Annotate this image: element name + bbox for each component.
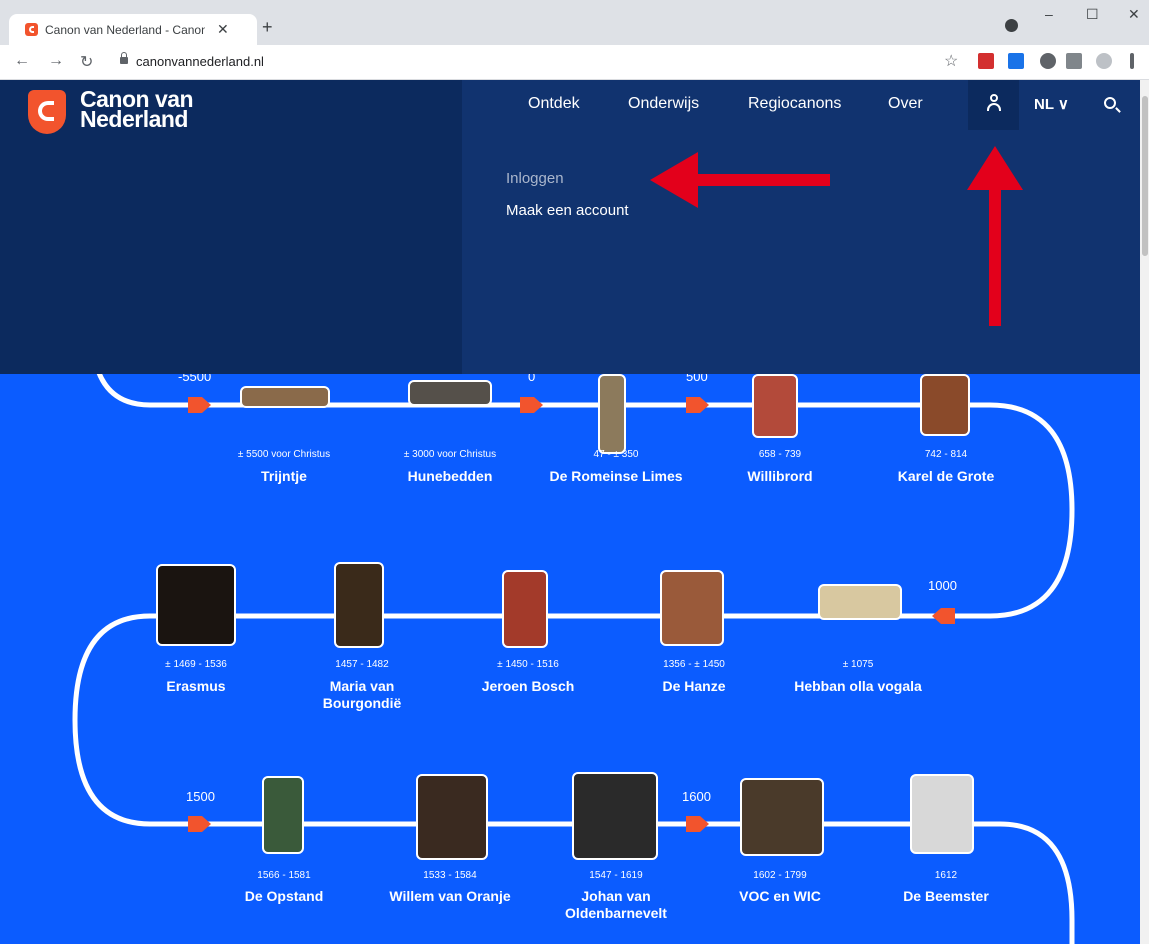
item-title-johan-van-oldenbarnevelt-line2[interactable]: Oldenbarnevelt	[565, 905, 667, 922]
johan-van-oldenbarnevelt-image[interactable]	[572, 772, 658, 860]
de-opstand-image[interactable]	[262, 776, 304, 854]
reload-icon[interactable]: ↻	[80, 52, 93, 72]
item-title-maria-van-bourgondie[interactable]: Maria van	[330, 678, 395, 695]
page-content: -5500 0 500 1000 1500 1600 ± 5500 voor C…	[0, 80, 1140, 944]
jeroen-bosch-image[interactable]	[502, 570, 548, 648]
year-marker	[188, 397, 211, 413]
forward-icon[interactable]: →	[48, 52, 64, 70]
erasmus-image[interactable]	[156, 564, 236, 646]
item-title-maria-van-bourgondie-line2[interactable]: Bourgondië	[323, 695, 402, 712]
bookmark-star-icon[interactable]: ☆	[944, 51, 958, 71]
year-marker	[520, 397, 543, 413]
romeinse-limes-image[interactable]	[598, 374, 626, 454]
url-text: canonvannederland.nl	[136, 54, 264, 69]
reading-list-icon[interactable]	[1066, 53, 1082, 69]
item-title-romeinse-limes[interactable]: De Romeinse Limes	[549, 468, 682, 485]
willem-van-oranje-image[interactable]	[416, 774, 488, 860]
item-title-jeroen-bosch[interactable]: Jeroen Bosch	[482, 678, 575, 695]
item-title-hebban-olla-vogala[interactable]: Hebban olla vogala	[794, 678, 922, 695]
language-selector[interactable]: NL ∨	[1034, 95, 1069, 113]
browser-menu-icon[interactable]	[1130, 53, 1134, 69]
willibrord-image[interactable]	[752, 374, 798, 438]
year-marker	[932, 608, 955, 624]
browser-toolbar: ← → ↻ canonvannederland.nl	[0, 45, 1149, 80]
item-title-hunebedden[interactable]: Hunebedden	[408, 468, 493, 485]
browser-tab[interactable]: Canon van Nederland - Canon va ✕	[9, 14, 257, 45]
item-title-erasmus[interactable]: Erasmus	[166, 678, 225, 695]
hebban-olla-vogala-image[interactable]	[818, 584, 902, 620]
maximize-button[interactable]: ☐	[1086, 6, 1099, 23]
year-marker	[686, 397, 709, 413]
account-button[interactable]	[968, 80, 1019, 130]
de-hanze-image[interactable]	[660, 570, 724, 646]
year-marker	[686, 816, 709, 832]
item-date: ± 1075	[842, 659, 874, 670]
lock-icon	[120, 52, 128, 64]
close-window-button[interactable]: ✕	[1128, 6, 1140, 23]
item-title-de-hanze[interactable]: De Hanze	[662, 678, 725, 695]
item-title-de-beemster[interactable]: De Beemster	[903, 888, 989, 905]
profile-avatar-icon[interactable]	[1096, 53, 1112, 69]
scrollbar-thumb[interactable]	[1142, 96, 1148, 256]
year-label: 1000	[928, 578, 957, 593]
item-date: 1566 - 1581	[257, 870, 311, 881]
canon-favicon-icon	[25, 23, 38, 36]
item-date: 1547 - 1619	[589, 870, 643, 881]
tab-close-icon[interactable]: ✕	[217, 21, 229, 38]
item-date: ± 3000 voor Christus	[403, 449, 497, 460]
extensions-puzzle-icon[interactable]	[1040, 53, 1056, 69]
item-title-trijntje[interactable]: Trijntje	[261, 468, 307, 485]
account-dropdown-panel	[462, 80, 1140, 374]
nav-over[interactable]: Over	[888, 95, 923, 113]
nav-onderwijs[interactable]: Onderwijs	[628, 95, 699, 113]
item-date: 1533 - 1584	[423, 870, 477, 881]
item-date: ± 1469 - 1536	[165, 659, 227, 670]
item-date: 1612	[934, 870, 958, 881]
browser-tab-bar: Canon van Nederland - Canon va ✕ + – ☐ ✕	[0, 0, 1149, 45]
item-title-willem-van-oranje[interactable]: Willem van Oranje	[389, 888, 510, 905]
canon-logo-icon[interactable]	[28, 90, 66, 134]
new-extension-icon[interactable]	[1008, 53, 1024, 69]
item-title-johan-van-oldenbarnevelt[interactable]: Johan van	[581, 888, 650, 905]
logo-line-2: Nederland	[80, 106, 188, 132]
item-date: ± 5500 voor Christus	[237, 449, 331, 460]
item-date: 1356 - ± 1450	[663, 659, 725, 670]
item-title-voc-en-wic[interactable]: VOC en WIC	[739, 888, 821, 905]
year-label: 1500	[186, 789, 215, 804]
tab-title: Canon van Nederland - Canon va	[45, 23, 205, 37]
user-icon	[986, 94, 1002, 112]
nav-ontdek[interactable]: Ontdek	[528, 95, 580, 113]
nav-regiocanons[interactable]: Regiocanons	[748, 95, 841, 113]
trijntje-image[interactable]	[240, 386, 330, 408]
karel-de-grote-image[interactable]	[920, 374, 970, 436]
minimize-button[interactable]: –	[1045, 6, 1053, 22]
item-date: 742 - 814	[924, 449, 968, 460]
year-label: 1600	[682, 789, 711, 804]
pdf-extension-icon[interactable]	[978, 53, 994, 69]
hunebedden-image[interactable]	[408, 380, 492, 406]
create-account-link[interactable]: Maak een account	[506, 202, 629, 219]
voc-en-wic-image[interactable]	[740, 778, 824, 856]
maria-van-bourgondie-image[interactable]	[334, 562, 384, 648]
item-date: 1457 - 1482	[335, 659, 389, 670]
login-link[interactable]: Inloggen	[506, 170, 564, 187]
de-beemster-image[interactable]	[910, 774, 974, 854]
item-date: ± 1450 - 1516	[497, 659, 559, 670]
item-title-karel-de-grote[interactable]: Karel de Grote	[898, 468, 994, 485]
item-title-willibrord[interactable]: Willibrord	[747, 468, 812, 485]
profile-status-icon[interactable]	[1005, 19, 1018, 32]
item-date: 658 - 739	[758, 449, 802, 460]
site-logo-text[interactable]: Canon van Nederland	[80, 88, 194, 132]
header-left-panel	[0, 80, 462, 374]
year-marker	[188, 816, 211, 832]
search-icon[interactable]	[1104, 97, 1116, 109]
item-date: 47 - ± 350	[593, 449, 639, 460]
back-icon[interactable]: ←	[14, 52, 30, 70]
address-bar[interactable]: canonvannederland.nl	[108, 49, 968, 75]
item-title-de-opstand[interactable]: De Opstand	[245, 888, 324, 905]
item-date: 1602 - 1799	[753, 870, 807, 881]
new-tab-button[interactable]: +	[262, 17, 273, 38]
